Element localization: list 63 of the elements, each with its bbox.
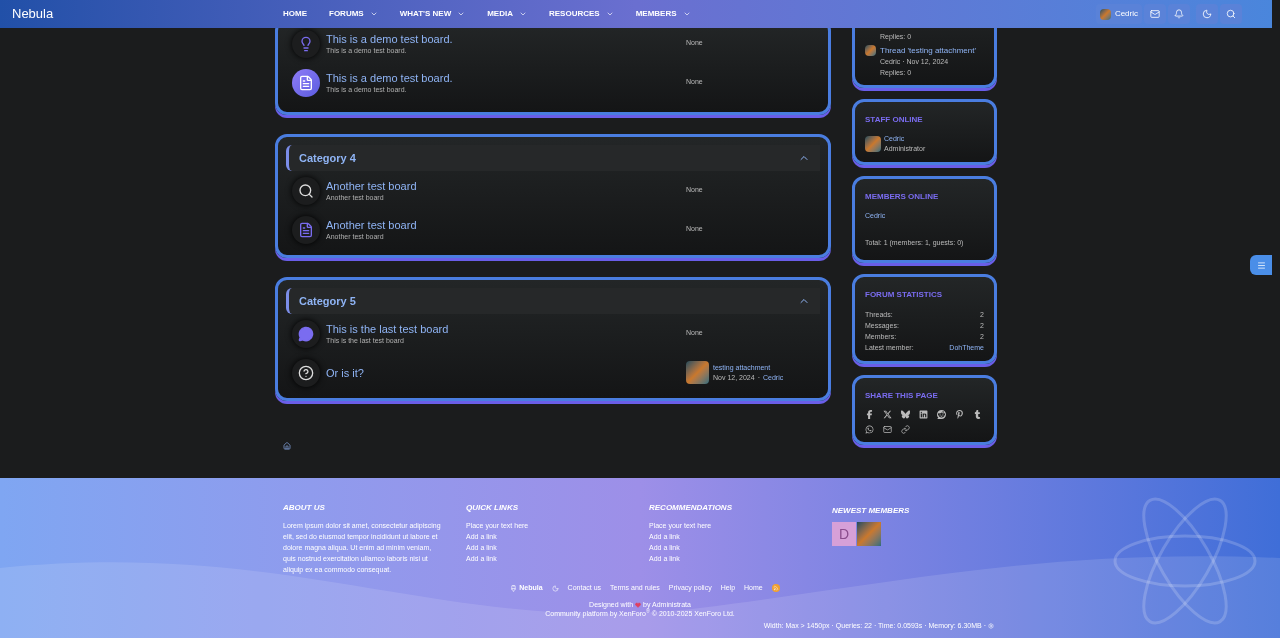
board-title[interactable]: This is a demo test board.	[326, 32, 686, 46]
document-icon	[298, 221, 314, 238]
footer-heading: RECOMMENDATIONS	[649, 502, 733, 514]
avatar-image	[865, 45, 876, 56]
caret-icon	[369, 10, 378, 18]
thread-link[interactable]: Thread 'testing attachment'	[880, 45, 976, 56]
caret-icon	[457, 10, 466, 18]
lightbulb-icon	[298, 35, 314, 52]
speech-bubble-icon	[298, 325, 314, 342]
avatar-image	[865, 136, 881, 152]
avatar-image	[1099, 8, 1111, 20]
butterfly-icon[interactable]	[901, 409, 910, 419]
moon-icon	[1202, 9, 1212, 19]
link-icon[interactable]	[901, 424, 910, 434]
sidebar-card-title: FORUM STATISTICS	[865, 288, 944, 301]
footer-heading: QUICK LINKS	[466, 502, 519, 514]
side-panel-tab[interactable]	[1250, 255, 1272, 275]
board-title[interactable]: This is a demo test board.	[326, 71, 686, 85]
board-title[interactable]: Another test board	[326, 179, 686, 193]
whatsapp-icon[interactable]	[865, 424, 874, 434]
footer-heading: ABOUT US	[283, 502, 326, 514]
reddit-icon[interactable]	[937, 409, 946, 419]
caret-icon	[682, 10, 691, 18]
x-icon[interactable]	[883, 409, 892, 419]
avatar-image	[686, 361, 709, 384]
theme-toggle-button[interactable]	[1196, 4, 1218, 24]
board-title[interactable]: Another test board	[326, 218, 686, 232]
caret-icon	[605, 10, 614, 18]
mail-icon[interactable]	[883, 424, 892, 434]
search-button[interactable]	[1220, 4, 1242, 24]
pinterest-icon[interactable]	[955, 409, 964, 419]
heart-icon	[635, 601, 642, 608]
nav-link[interactable]: MEDIA	[487, 8, 527, 20]
linkedin-icon[interactable]	[919, 409, 928, 419]
menu-icon	[1256, 260, 1266, 270]
document-icon	[298, 74, 314, 91]
tumblr-icon[interactable]	[973, 409, 982, 419]
sidebar-card-title: STAFF ONLINE	[865, 114, 924, 126]
caret-icon	[519, 10, 527, 18]
nav-link[interactable]: HOME	[283, 8, 307, 20]
footer-heading: NEWEST MEMBERS	[832, 505, 910, 517]
nav-link[interactable]: WHAT'S NEW	[399, 8, 466, 20]
sidebar-card-title: MEMBERS ONLINE	[865, 191, 940, 203]
bell-icon	[1174, 9, 1184, 19]
inbox-button[interactable]	[1144, 4, 1166, 24]
category-title[interactable]: Category 4	[299, 149, 356, 167]
home-icon[interactable]	[283, 442, 291, 450]
search-icon	[1226, 9, 1236, 19]
board-title[interactable]: This is the last test board	[326, 322, 686, 336]
nav-link[interactable]: FORUMS	[329, 8, 378, 20]
user-menu-button[interactable]: Cedric	[1095, 4, 1142, 24]
sidebar-card-title: SHARE THIS PAGE	[865, 389, 939, 402]
paintbrush-icon	[510, 584, 518, 592]
question-icon	[298, 364, 314, 381]
board-title[interactable]: Or is it?	[326, 365, 686, 380]
facebook-icon[interactable]	[865, 409, 874, 419]
nav-link[interactable]: RESOURCES	[549, 8, 614, 20]
search-icon	[298, 182, 314, 199]
site-logo[interactable]: Nebula	[12, 4, 283, 24]
mail-icon	[1150, 9, 1160, 19]
member-avatar[interactable]: D	[832, 522, 856, 546]
category-title[interactable]: Category 5	[299, 292, 356, 310]
nav-link[interactable]: MEMBERS	[635, 8, 691, 20]
